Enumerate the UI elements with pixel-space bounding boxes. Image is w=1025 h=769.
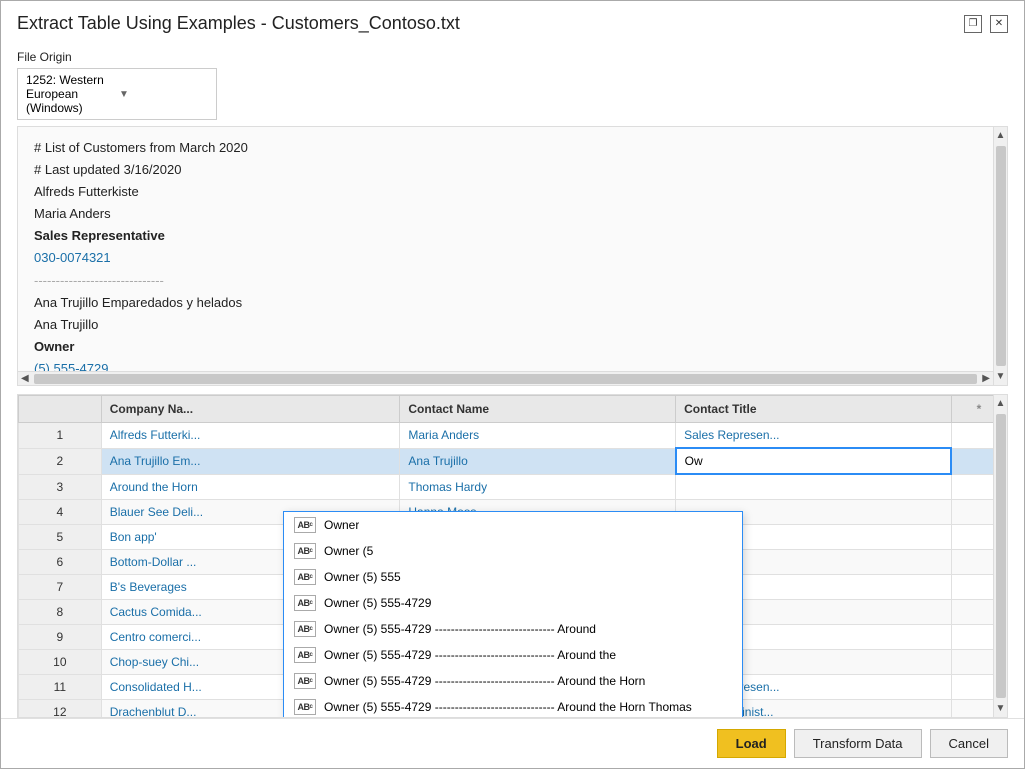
preview-line: ------------------------------ [34, 270, 991, 292]
abc-type-icon: ABᶜ [294, 621, 316, 637]
scroll-thumb-v[interactable] [996, 146, 1006, 366]
abc-type-icon: ABᶜ [294, 569, 316, 585]
table-row[interactable]: 1Alfreds Futterki...Maria AndersSales Re… [19, 423, 1007, 449]
dropdown-item-label: Owner (5) 555-4729 ---------------------… [324, 648, 616, 662]
table-scroll-thumb[interactable] [996, 414, 1006, 698]
preview-line: # Last updated 3/16/2020 [34, 159, 991, 181]
preview-scrollbar-v[interactable]: ▲ ▼ [993, 127, 1007, 385]
load-button[interactable]: Load [717, 729, 786, 758]
main-dialog: Extract Table Using Examples - Customers… [0, 0, 1025, 769]
abc-type-icon: ABᶜ [294, 595, 316, 611]
table-cell-contact[interactable]: Ana Trujillo [400, 448, 676, 474]
table-row[interactable]: 2Ana Trujillo Em...Ana Trujillo [19, 448, 1007, 474]
scroll-down-arrow-icon[interactable]: ▼ [994, 368, 1007, 385]
dropdown-item[interactable]: ABᶜ Owner [284, 512, 742, 538]
preview-line: Maria Anders [34, 203, 991, 225]
dropdown-item[interactable]: ABᶜ Owner (5) 555-4729 ------------------… [284, 694, 742, 718]
table-cell-rownum: 11 [19, 674, 102, 699]
table-cell-rownum: 3 [19, 474, 102, 499]
table-cell-rownum: 5 [19, 524, 102, 549]
preview-line: Owner [34, 336, 991, 358]
preview-area: # List of Customers from March 2020# Las… [17, 126, 1008, 386]
scroll-up-arrow-icon[interactable]: ▲ [994, 127, 1007, 144]
abc-type-icon: ABᶜ [294, 699, 316, 715]
dropdown-item-label: Owner (5) 555-4729 ---------------------… [324, 622, 596, 636]
cell-edit-input[interactable] [685, 454, 943, 468]
dropdown-item[interactable]: ABᶜ Owner (5) 555-4729 [284, 590, 742, 616]
preview-scrollbar-h[interactable]: ◀ ▶ [18, 371, 993, 385]
cancel-button[interactable]: Cancel [930, 729, 1008, 758]
abc-type-icon: ABᶜ [294, 647, 316, 663]
col-header-company[interactable]: Company Na... [101, 396, 400, 423]
restore-button[interactable]: ❐ [964, 15, 982, 33]
abc-type-icon: ABᶜ [294, 673, 316, 689]
table-cell-rownum: 8 [19, 599, 102, 624]
file-origin-section: File Origin 1252: Western European (Wind… [17, 42, 1008, 126]
table-area: Company Na... Contact Name Contact Title… [17, 394, 1008, 718]
preview-line: Ana Trujillo [34, 314, 991, 336]
dropdown-item-label: Owner (5) 555-4729 ---------------------… [324, 700, 692, 714]
dropdown-item-label: Owner (5) 555-4729 [324, 596, 431, 610]
table-cell-company[interactable]: Around the Horn [101, 474, 400, 499]
transform-data-button[interactable]: Transform Data [794, 729, 922, 758]
table-cell-rownum: 10 [19, 649, 102, 674]
title-bar: Extract Table Using Examples - Customers… [1, 1, 1024, 42]
dropdown-item-label: Owner (5 [324, 544, 373, 558]
close-button[interactable]: ✕ [990, 15, 1008, 33]
dropdown-item[interactable]: ABᶜ Owner (5 [284, 538, 742, 564]
table-cell-title[interactable]: Sales Represen... [676, 423, 952, 449]
table-cell-company[interactable]: Alfreds Futterki... [101, 423, 400, 449]
table-cell-rownum: 7 [19, 574, 102, 599]
table-scrollbar-v[interactable]: ▲ ▼ [993, 395, 1007, 717]
table-cell-rownum: 12 [19, 699, 102, 717]
autocomplete-dropdown[interactable]: ABᶜ Owner ABᶜ Owner (5 ABᶜ Owner (5) 555 ABᶜ Ow… [283, 511, 743, 718]
dropdown-item[interactable]: ABᶜ Owner (5) 555-4729 ------------------… [284, 616, 742, 642]
scroll-left-arrow-icon[interactable]: ◀ [18, 373, 32, 384]
table-cell-rownum: 1 [19, 423, 102, 449]
dialog-title: Extract Table Using Examples - Customers… [17, 13, 460, 34]
file-origin-arrow-icon: ▼ [119, 89, 208, 100]
preview-scroll[interactable]: # List of Customers from March 2020# Las… [18, 127, 1007, 385]
scroll-right-arrow-icon[interactable]: ▶ [979, 373, 993, 384]
dropdown-item-label: Owner [324, 518, 359, 532]
abc-type-icon: ABᶜ [294, 517, 316, 533]
table-cell-rownum: 9 [19, 624, 102, 649]
table-cell-title[interactable] [676, 474, 952, 499]
file-origin-dropdown[interactable]: 1252: Western European (Windows) ▼ [17, 68, 217, 120]
table-scroll-down-icon[interactable]: ▼ [994, 700, 1007, 717]
preview-line: 030-0074321 [34, 247, 991, 269]
table-scroll-up-icon[interactable]: ▲ [994, 395, 1007, 412]
dropdown-item[interactable]: ABᶜ Owner (5) 555-4729 ------------------… [284, 642, 742, 668]
dropdown-item[interactable]: ABᶜ Owner (5) 555-4729 ------------------… [284, 668, 742, 694]
table-cell-contact[interactable]: Thomas Hardy [400, 474, 676, 499]
table-cell-rownum: 6 [19, 549, 102, 574]
table-cell-rownum: 4 [19, 499, 102, 524]
preview-line: Sales Representative [34, 225, 991, 247]
table-cell-rownum: 2 [19, 448, 102, 474]
dropdown-item[interactable]: ABᶜ Owner (5) 555 [284, 564, 742, 590]
preview-line: Alfreds Futterkiste [34, 181, 991, 203]
footer-bar: Load Transform Data Cancel [1, 718, 1024, 768]
table-cell-title[interactable] [676, 448, 952, 474]
table-row[interactable]: 3Around the HornThomas Hardy [19, 474, 1007, 499]
preview-line: Ana Trujillo Emparedados y helados [34, 292, 991, 314]
file-origin-value: 1252: Western European (Windows) [26, 73, 115, 115]
table-cell-contact[interactable]: Maria Anders [400, 423, 676, 449]
dropdown-item-label: Owner (5) 555 [324, 570, 401, 584]
file-origin-label: File Origin [17, 50, 1008, 64]
abc-type-icon: ABᶜ [294, 543, 316, 559]
col-header-contact[interactable]: Contact Name [400, 396, 676, 423]
scroll-thumb-h[interactable] [34, 374, 978, 384]
content-area: File Origin 1252: Western European (Wind… [1, 42, 1024, 718]
col-header-title[interactable]: Contact Title [676, 396, 952, 423]
col-header-rownum [19, 396, 102, 423]
dropdown-item-label: Owner (5) 555-4729 ---------------------… [324, 674, 645, 688]
window-controls: ❐ ✕ [964, 15, 1008, 33]
table-cell-company[interactable]: Ana Trujillo Em... [101, 448, 400, 474]
preview-line: # List of Customers from March 2020 [34, 137, 991, 159]
